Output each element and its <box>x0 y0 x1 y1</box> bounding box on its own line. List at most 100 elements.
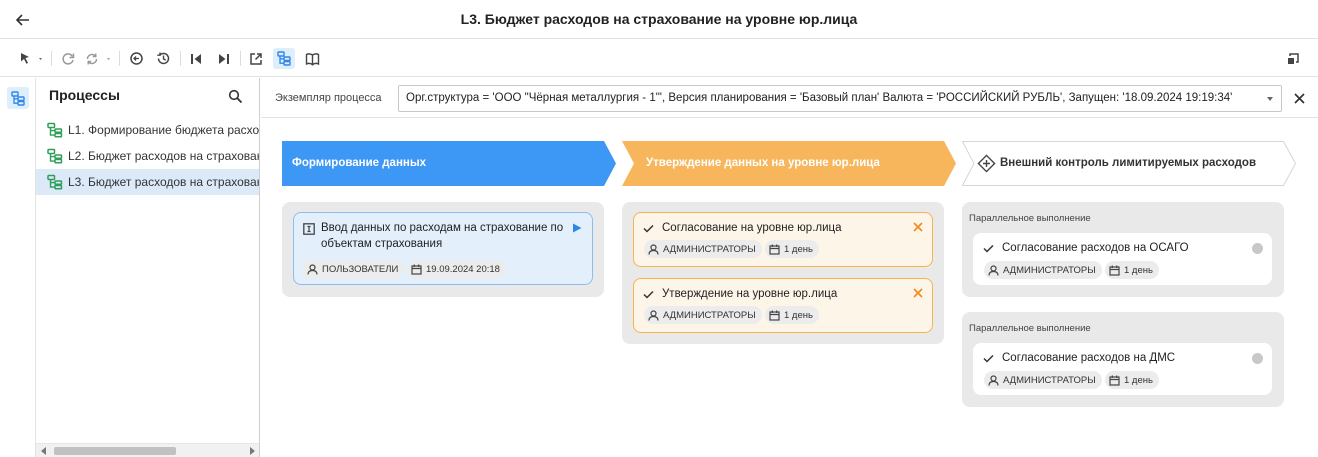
process-icon <box>47 148 63 164</box>
role-chip: ПОЛЬЗОВАТЕЛИ <box>303 260 405 278</box>
user-icon <box>648 243 659 255</box>
instance-select[interactable]: Орг.структура = 'ООО "Чёрная металлургия… <box>398 85 1282 112</box>
export-icon[interactable] <box>246 48 266 69</box>
toolbar <box>0 40 1318 77</box>
calendar-icon <box>1109 375 1120 386</box>
task-title: Утверждение на уровне юр.лица <box>662 288 838 300</box>
panel-title: Процессы <box>49 87 120 103</box>
role-chip: АДМИНИСТРАТОРЫ <box>984 261 1102 279</box>
left-rail <box>0 78 36 457</box>
calendar-icon <box>1109 265 1120 276</box>
stage-header[interactable]: Формирование данных <box>282 141 616 186</box>
date-chip: 19.09.2024 20:18 <box>407 260 506 278</box>
user-icon <box>307 263 318 275</box>
parallel-group: Параллельное выполнение Согласование рас… <box>962 202 1284 297</box>
role-label: АДМИНИСТРАТОРЫ <box>1003 374 1096 386</box>
process-tree-icon[interactable] <box>273 48 295 69</box>
process-canvas: Формирование данных Утверждение данных н… <box>261 119 1318 457</box>
stage-header[interactable]: Утверждение данных на уровне юр.лица <box>622 141 956 186</box>
process-label: L3. Бюджет расходов на страхование на ур… <box>68 175 259 189</box>
role-chip: АДМИНИСТРАТОРЫ <box>644 240 762 258</box>
role-label: АДМИНИСТРАТОРЫ <box>663 309 756 321</box>
status-dot <box>1252 353 1263 364</box>
task-card[interactable]: Ввод данных по расходам на страхование п… <box>293 212 593 285</box>
scroll-left-icon[interactable] <box>39 447 49 455</box>
duration-label: 1 день <box>784 309 813 321</box>
close-icon[interactable] <box>913 288 923 298</box>
sync-icon[interactable] <box>84 48 114 69</box>
status-dot <box>1252 243 1263 254</box>
process-icon <box>47 174 63 190</box>
process-item-selected[interactable]: L3. Бюджет расходов на страхование на ур… <box>36 169 259 195</box>
process-item[interactable]: L1. Формирование бюджета расходов на стр… <box>36 117 259 143</box>
undo-icon[interactable] <box>126 48 146 69</box>
processes-panel: Процессы L1. Формирование бюджета расход… <box>36 78 260 457</box>
user-icon <box>988 264 999 276</box>
search-icon[interactable] <box>225 86 245 106</box>
task-title: Согласование расходов на ДМС <box>1002 352 1176 364</box>
role-label: АДМИНИСТРАТОРЫ <box>1003 264 1096 276</box>
stage-label: Утверждение данных на уровне юр.лица <box>646 157 880 169</box>
stage-label: Формирование данных <box>292 157 427 169</box>
role-label: ПОЛЬЗОВАТЕЛИ <box>322 263 399 275</box>
scroll-right-icon[interactable] <box>247 447 257 455</box>
duration-chip: 1 день <box>1105 371 1159 389</box>
step-forward-icon[interactable] <box>214 48 234 69</box>
process-label: L1. Формирование бюджета расходов на стр… <box>68 123 259 137</box>
role-label: АДМИНИСТРАТОРЫ <box>663 243 756 255</box>
task-card[interactable]: Согласование расходов на ОСАГО АДМИНИСТР… <box>973 233 1272 285</box>
task-card[interactable]: Согласование на уровне юр.лица АДМИНИСТР… <box>633 212 933 267</box>
calendar-icon <box>769 310 780 321</box>
user-icon <box>988 374 999 386</box>
close-icon[interactable] <box>1290 89 1308 107</box>
duration-label: 1 день <box>784 243 813 255</box>
check-icon <box>643 224 654 233</box>
process-item[interactable]: L2. Бюджет расходов на страхование на ур… <box>36 143 259 169</box>
duration-label: 1 день <box>1124 374 1153 386</box>
chevron-down-icon <box>1267 97 1273 101</box>
cursor-icon[interactable] <box>16 48 46 69</box>
scrollbar-thumb[interactable] <box>54 447 176 455</box>
check-icon <box>983 354 994 363</box>
task-title: Согласование расходов на ОСАГО <box>1002 242 1189 254</box>
process-tree-icon[interactable] <box>7 87 29 109</box>
stage-header[interactable]: Внешний контроль лимитируемых расходов <box>962 141 1296 186</box>
task-card[interactable]: Согласование расходов на ДМС АДМИНИСТРАТ… <box>973 343 1272 395</box>
parallel-header: Параллельное выполнение <box>969 213 1091 224</box>
instance-value: Орг.структура = 'ООО "Чёрная металлургия… <box>406 92 1233 104</box>
window-title: L3. Бюджет расходов на страхование на ур… <box>460 11 858 27</box>
horizontal-scrollbar[interactable] <box>36 443 259 457</box>
book-icon[interactable] <box>302 48 322 69</box>
title-bar: L3. Бюджет расходов на страхование на ур… <box>0 0 1318 39</box>
task-group: Согласование на уровне юр.лица АДМИНИСТР… <box>622 202 944 344</box>
check-icon <box>643 290 654 299</box>
user-icon <box>648 309 659 321</box>
task-title: Согласование на уровне юр.лица <box>662 222 842 234</box>
instance-bar: Экземпляр процесса Орг.структура = 'ООО … <box>261 78 1318 118</box>
close-icon[interactable] <box>913 222 923 232</box>
process-label: L2. Бюджет расходов на страхование на ур… <box>68 149 259 163</box>
task-title: Ввод данных по расходам на страхование п… <box>321 222 564 250</box>
check-icon <box>983 244 994 253</box>
task-card[interactable]: Утверждение на уровне юр.лица АДМИНИСТРА… <box>633 278 933 333</box>
duration-chip: 1 день <box>1105 261 1159 279</box>
task-group: Ввод данных по расходам на страхование п… <box>282 202 604 297</box>
play-icon[interactable] <box>572 223 582 233</box>
restore-window-icon[interactable] <box>1283 48 1303 69</box>
calendar-icon <box>769 244 780 255</box>
role-chip: АДМИНИСТРАТОРЫ <box>644 306 762 324</box>
stage-label: Внешний контроль лимитируемых расходов <box>1000 157 1257 169</box>
history-icon[interactable] <box>153 48 173 69</box>
date-label: 19.09.2024 20:18 <box>426 263 500 275</box>
refresh-icon[interactable] <box>58 48 78 69</box>
step-back-icon[interactable] <box>186 48 206 69</box>
role-chip: АДМИНИСТРАТОРЫ <box>984 371 1102 389</box>
instance-label: Экземпляр процесса <box>275 92 382 104</box>
duration-chip: 1 день <box>765 306 819 324</box>
duration-label: 1 день <box>1124 264 1153 276</box>
process-icon <box>47 122 63 138</box>
calendar-icon <box>411 264 422 275</box>
gateway-icon <box>977 154 996 173</box>
form-icon <box>303 223 315 235</box>
parallel-header: Параллельное выполнение <box>969 323 1091 334</box>
